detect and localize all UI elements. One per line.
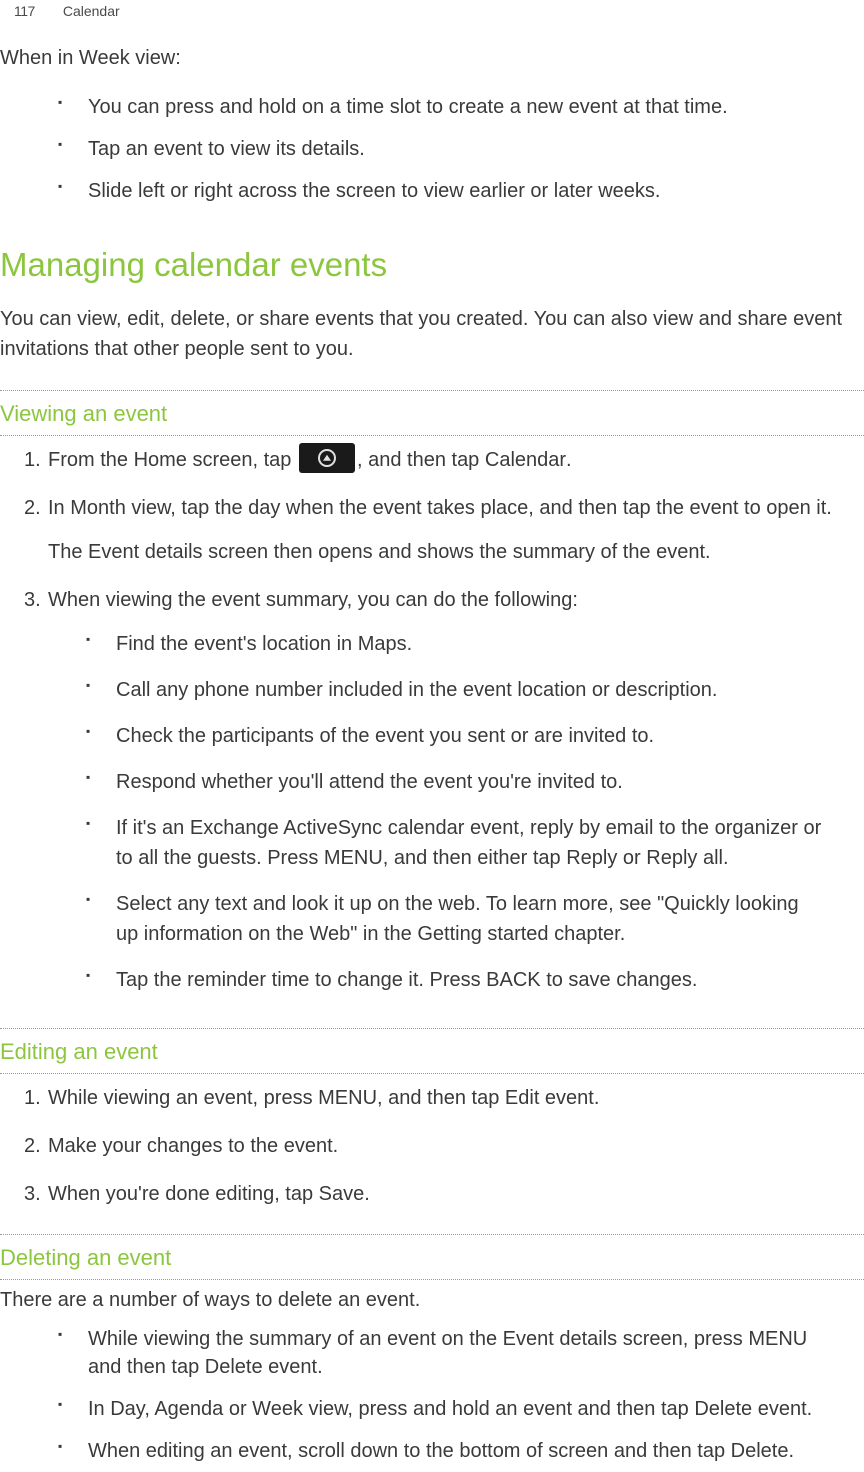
viewing-steps: From the Home screen, tap , and then tap… (0, 436, 864, 1013)
list-item: Tap an event to view its details. (58, 128, 864, 170)
delete-event-label: Delete event (205, 1356, 317, 1378)
page-number: 117 (14, 2, 35, 22)
edit-event-label: Edit event (505, 1087, 594, 1109)
main-heading: Managing calendar events (0, 212, 864, 300)
maps-app-name: Maps (358, 633, 407, 655)
step-bullets: Find the event's location in Maps. Call … (48, 615, 844, 1003)
step-item: From the Home screen, tap , and then tap… (24, 436, 864, 485)
list-item: If it's an Exchange ActiveSync calendar … (86, 805, 844, 881)
save-label: Save (319, 1183, 365, 1205)
calendar-app-name: Calendar (485, 449, 566, 471)
delete-label: Delete (731, 1440, 789, 1462)
list-item: Slide left or right across the screen to… (58, 170, 864, 212)
list-item: While viewing the summary of an event on… (58, 1318, 864, 1388)
list-item: You can press and hold on a time slot to… (58, 86, 864, 128)
list-item: Check the participants of the event you … (86, 713, 844, 759)
step-text: When viewing the event summary, you can … (48, 589, 578, 611)
home-icon (299, 443, 355, 473)
reply-label: Reply (566, 847, 617, 869)
sub-heading-editing: Editing an event (0, 1028, 864, 1074)
delete-event-label: Delete event (694, 1398, 806, 1420)
step-item: Make your changes to the event. (24, 1122, 864, 1170)
step-item: While viewing an event, press MENU, and … (24, 1074, 864, 1122)
list-item: Tap the reminder time to change it. Pres… (86, 957, 844, 1003)
list-item: Select any text and look it up on the we… (86, 881, 844, 957)
page-header: 117 Calendar (0, 0, 864, 44)
list-item: In Day, Agenda or Week view, press and h… (58, 1388, 864, 1430)
sub-heading-viewing: Viewing an event (0, 390, 864, 436)
list-item: Respond whether you'll attend the event … (86, 759, 844, 805)
list-item: Call any phone number included in the ev… (86, 667, 844, 713)
list-item: When editing an event, scroll down to th… (58, 1430, 864, 1472)
step-item: When you're done editing, tap Save. (24, 1170, 864, 1218)
list-item: Find the event's location in Maps. (86, 621, 844, 667)
step-item: When viewing the event summary, you can … (24, 576, 864, 1012)
intro-bullets: You can press and hold on a time slot to… (0, 86, 864, 212)
deleting-intro: There are a number of ways to delete an … (0, 1280, 864, 1318)
main-desc: You can view, edit, delete, or share eve… (0, 300, 864, 382)
step-text: . (566, 449, 572, 471)
step-text: , and then tap (357, 449, 485, 471)
deleting-bullets: While viewing the summary of an event on… (0, 1318, 864, 1472)
step-item: In Month view, tap the day when the even… (24, 484, 864, 576)
intro-text: When in Week view: (0, 44, 864, 86)
reply-all-label: Reply all (646, 847, 723, 869)
step-text: In Month view, tap the day when the even… (48, 497, 832, 519)
step-text: From the Home screen, tap (48, 449, 297, 471)
chapter-name: Calendar (63, 2, 120, 22)
editing-steps: While viewing an event, press MENU, and … (0, 1074, 864, 1218)
step-note: The Event details screen then opens and … (48, 523, 844, 567)
sub-heading-deleting: Deleting an event (0, 1234, 864, 1280)
